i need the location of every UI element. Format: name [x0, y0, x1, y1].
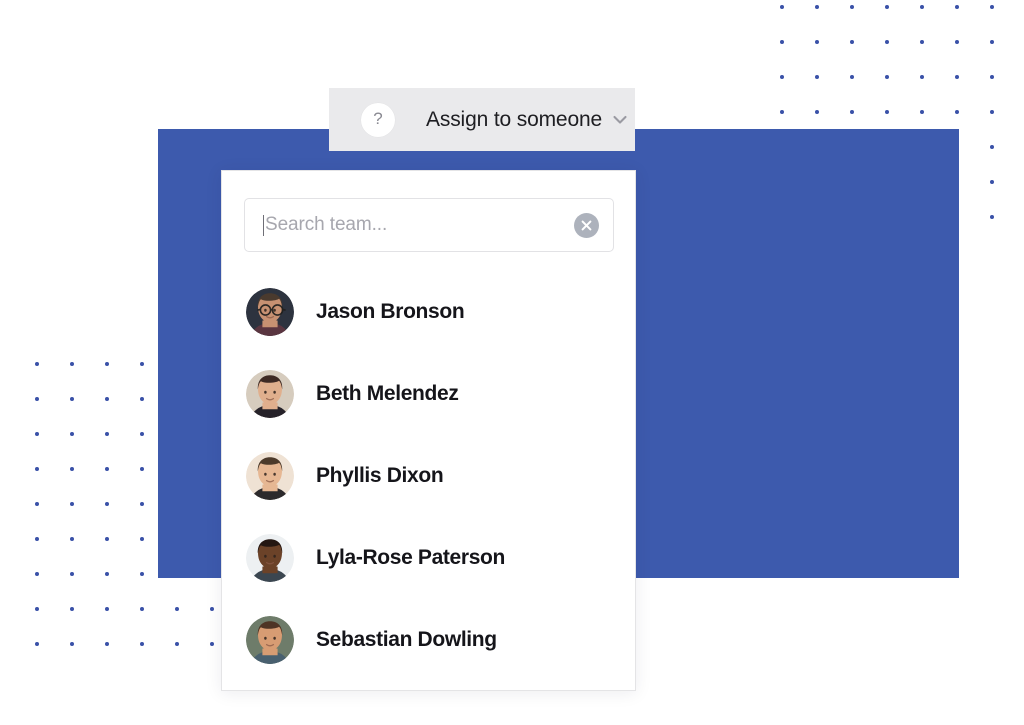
decorative-dot: [175, 642, 179, 646]
decorative-dot: [920, 75, 924, 79]
decorative-dot: [140, 397, 144, 401]
decorative-dot: [140, 537, 144, 541]
decorative-dot: [140, 572, 144, 576]
decorative-dot: [105, 397, 109, 401]
decorative-dot: [955, 5, 959, 9]
text-cursor: [263, 214, 264, 236]
decorative-dot: [105, 467, 109, 471]
decorative-dot: [35, 467, 39, 471]
decorative-dot: [35, 397, 39, 401]
decorative-dot: [105, 642, 109, 646]
person-name: Phyllis Dixon: [316, 464, 444, 487]
decorative-dot: [780, 5, 784, 9]
person-name: Sebastian Dowling: [316, 628, 497, 651]
decorative-dot: [35, 362, 39, 366]
decorative-dot: [70, 607, 74, 611]
decorative-dot: [780, 40, 784, 44]
decorative-dot: [990, 40, 994, 44]
decorative-dot: [70, 432, 74, 436]
decorative-dot: [850, 75, 854, 79]
decorative-dot: [35, 502, 39, 506]
decorative-dot: [140, 432, 144, 436]
decorative-dot: [140, 607, 144, 611]
list-item[interactable]: Beth Melendez: [222, 353, 635, 435]
decorative-dot: [920, 5, 924, 9]
decorative-dot: [815, 75, 819, 79]
decorative-dot: [990, 180, 994, 184]
decorative-dot: [815, 40, 819, 44]
avatar: [246, 534, 294, 582]
decorative-dot: [850, 40, 854, 44]
decorative-dot: [105, 362, 109, 366]
avatar: [246, 616, 294, 664]
decorative-dot: [105, 537, 109, 541]
decorative-dot: [35, 432, 39, 436]
decorative-dot: [140, 362, 144, 366]
decorative-dot: [70, 467, 74, 471]
decorative-dot: [105, 502, 109, 506]
decorative-dot: [920, 110, 924, 114]
decorative-dot: [70, 502, 74, 506]
decorative-dot: [35, 642, 39, 646]
assign-select-label: Assign to someone: [426, 107, 603, 131]
person-name: Beth Melendez: [316, 382, 459, 405]
person-name: Lyla-Rose Paterson: [316, 546, 505, 569]
question-mark-icon: ?: [361, 102, 395, 137]
decorative-dot: [885, 110, 889, 114]
decorative-dot: [815, 5, 819, 9]
decorative-dot: [35, 572, 39, 576]
search-field-wrapper[interactable]: [244, 198, 614, 252]
list-item[interactable]: Lyla-Rose Paterson: [222, 517, 635, 599]
question-mark-glyph: ?: [373, 109, 383, 128]
close-circle-icon[interactable]: [574, 212, 599, 238]
decorative-dot: [35, 537, 39, 541]
assign-select-header[interactable]: ? Assign to someone: [329, 88, 635, 151]
list-item[interactable]: Sebastian Dowling: [222, 599, 635, 681]
team-member-list: Jason Bronson Beth Melendez Phyllis Dixo…: [222, 271, 635, 681]
decorative-dot: [210, 607, 214, 611]
avatar: [246, 370, 294, 418]
decorative-dot: [885, 5, 889, 9]
decorative-dot: [990, 5, 994, 9]
decorative-dot: [920, 40, 924, 44]
decorative-dot: [990, 110, 994, 114]
decorative-dot: [35, 607, 39, 611]
decorative-dot: [140, 502, 144, 506]
decorative-dot: [70, 537, 74, 541]
decorative-dot: [780, 110, 784, 114]
person-name: Jason Bronson: [316, 300, 465, 323]
decorative-dot: [850, 5, 854, 9]
decorative-dot: [955, 40, 959, 44]
decorative-dot: [175, 607, 179, 611]
decorative-dot: [105, 432, 109, 436]
decorative-dot: [70, 397, 74, 401]
decorative-dot: [955, 110, 959, 114]
decorative-dot: [140, 642, 144, 646]
avatar: [246, 288, 294, 336]
decorative-dot: [210, 642, 214, 646]
decorative-dot: [955, 75, 959, 79]
decorative-dot: [885, 75, 889, 79]
decorative-dot: [70, 642, 74, 646]
decorative-dot: [850, 110, 854, 114]
decorative-dot: [140, 467, 144, 471]
decorative-dot: [990, 145, 994, 149]
decorative-dot: [105, 607, 109, 611]
screen-canvas: ? Assign to someone Search team... Jason…: [0, 0, 1024, 725]
decorative-dot: [885, 40, 889, 44]
decorative-dot: [990, 75, 994, 79]
avatar: [246, 452, 294, 500]
list-item[interactable]: Phyllis Dixon: [222, 435, 635, 517]
decorative-dot: [815, 110, 819, 114]
decorative-dot: [70, 572, 74, 576]
decorative-dot: [105, 572, 109, 576]
decorative-dot: [780, 75, 784, 79]
assignee-dropdown-panel: Jason Bronson Beth Melendez Phylli: [221, 170, 636, 691]
decorative-dot: [70, 362, 74, 366]
decorative-dot: [990, 215, 994, 219]
list-item[interactable]: Jason Bronson: [222, 271, 635, 353]
chevron-down-icon[interactable]: [610, 110, 630, 130]
search-input[interactable]: [265, 214, 574, 236]
